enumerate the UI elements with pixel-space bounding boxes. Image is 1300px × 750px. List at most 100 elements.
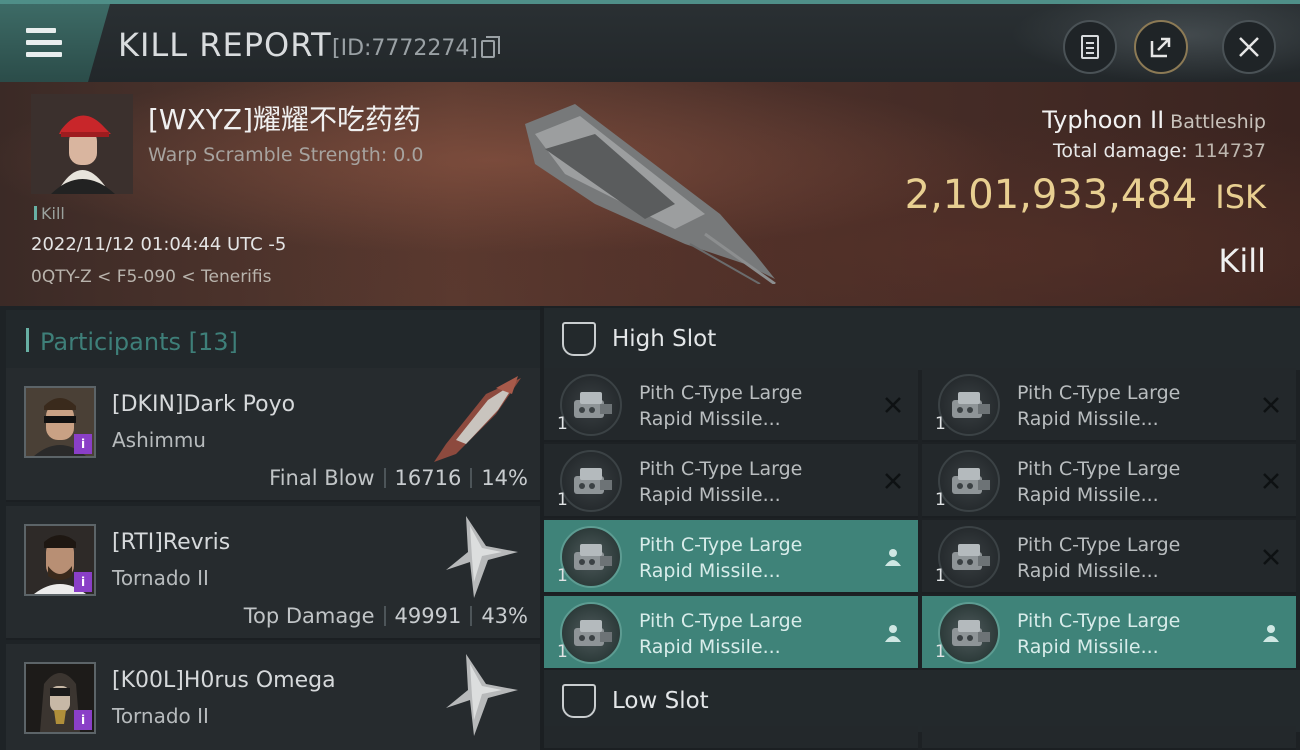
participant-name[interactable]: [K00L]H0rus Omega	[112, 668, 336, 693]
module-name: Pith C-Type Large Rapid Missile...	[639, 608, 869, 660]
low-slot-header: Low Slot	[544, 670, 1300, 732]
participant-stats: Final Blow 16716 14%	[269, 466, 528, 490]
total-damage: Total damage: 114737	[1053, 140, 1266, 162]
avatar[interactable]: i	[24, 386, 96, 458]
module-name-line1: Pith C-Type Large	[639, 382, 803, 404]
participant-row[interactable]: i [K00L]H0rus Omega Tornado II	[6, 644, 540, 750]
participant-ship[interactable]: Ashimmu	[112, 428, 206, 452]
participant-ship[interactable]: Tornado II	[112, 566, 209, 590]
module-tile[interactable]: 1 Pith C-Type Large Rapid Missile...	[544, 520, 918, 594]
x-icon	[885, 473, 901, 489]
module-quantity: 1	[935, 642, 946, 662]
module-partial[interactable]	[922, 726, 1296, 750]
module-quantity: 1	[557, 490, 568, 510]
page-title: KILL REPORT	[118, 26, 332, 64]
kill-datetime: 2022/11/12 01:04:44 UTC -5	[31, 234, 287, 255]
menu-button[interactable]	[0, 4, 110, 82]
missile-launcher-icon	[560, 374, 622, 436]
ship-name[interactable]: Typhoon II	[1042, 106, 1164, 134]
total-damage-value: 114737	[1193, 140, 1266, 162]
module-name-line1: Pith C-Type Large	[639, 610, 803, 632]
header-accent-bar	[26, 328, 29, 352]
module-name-line1: Pith C-Type Large	[1017, 610, 1181, 632]
module-name-line1: Pith C-Type Large	[1017, 534, 1181, 556]
missile-launcher-icon	[560, 602, 622, 664]
module-name-line1: Pith C-Type Large	[1017, 382, 1181, 404]
module-tile[interactable]: 1 Pith C-Type Large Rapid Missile...	[922, 444, 1296, 518]
report-id: [ID:7772274]	[332, 36, 478, 61]
avatar[interactable]: i	[24, 524, 96, 596]
participant-row[interactable]: i [DKIN]Dark Poyo Ashimmu Final Blow 1671…	[6, 368, 540, 502]
module-name: Pith C-Type Large Rapid Missile...	[1017, 532, 1247, 584]
avatar[interactable]: i	[24, 662, 96, 734]
module-tile[interactable]: 1 Pith C-Type Large Rapid Missile...	[922, 520, 1296, 594]
participants-panel: Participants [13] i [DKIN]Dark Poyo Ashi…	[0, 306, 540, 750]
participant-ship-image	[446, 654, 518, 736]
person-icon	[885, 625, 901, 642]
security-badge: i	[74, 710, 92, 730]
x-icon	[885, 397, 901, 413]
module-name: Pith C-Type Large Rapid Missile...	[1017, 456, 1247, 508]
participant-ship-image	[434, 376, 521, 462]
module-name-line1: Pith C-Type Large	[1017, 458, 1181, 480]
module-name: Pith C-Type Large Rapid Missile...	[639, 532, 869, 584]
module-tile[interactable]: 1 Pith C-Type Large Rapid Missile...	[544, 444, 918, 518]
participant-stat-label: Final Blow	[269, 466, 375, 490]
slot-icon	[562, 684, 596, 718]
victim-portrait[interactable]	[31, 94, 133, 194]
participant-ship[interactable]: Tornado II	[112, 704, 209, 728]
high-slot-header: High Slot	[544, 308, 1300, 370]
kill-tag: Kill	[34, 204, 65, 223]
isk-unit: ISK	[1215, 178, 1266, 216]
warp-scramble-strength: Warp Scramble Strength: 0.0	[148, 144, 424, 166]
x-icon	[1263, 549, 1279, 565]
module-name: Pith C-Type Large Rapid Missile...	[639, 456, 869, 508]
module-quantity: 1	[557, 414, 568, 434]
missile-launcher-icon	[560, 450, 622, 512]
participant-percent: 14%	[481, 466, 528, 490]
victim-ship-image	[525, 104, 776, 284]
participant-ship-image	[446, 516, 518, 598]
module-partial[interactable]	[544, 726, 918, 750]
participant-row[interactable]: i [RTI]Revris Tornado II Top Damage 49991…	[6, 506, 540, 640]
module-quantity: 1	[935, 414, 946, 434]
missile-launcher-icon	[560, 526, 622, 588]
module-tile[interactable]: 1 Pith C-Type Large Rapid Missile...	[922, 596, 1296, 670]
participant-name[interactable]: [RTI]Revris	[112, 530, 230, 555]
security-badge: i	[74, 572, 92, 592]
copy-icon[interactable]	[481, 36, 500, 58]
total-damage-label: Total damage:	[1053, 140, 1188, 162]
participant-stat-label: Top Damage	[243, 604, 375, 628]
participant-stats: Top Damage 49991 43%	[244, 604, 528, 628]
module-name: Pith C-Type Large Rapid Missile...	[639, 380, 869, 432]
participant-percent: 43%	[481, 604, 528, 628]
x-icon	[1263, 473, 1279, 489]
kill-location: 0QTY-Z < F5-090 < Tenerifis	[31, 267, 272, 287]
participant-name[interactable]: [DKIN]Dark Poyo	[112, 392, 295, 417]
module-tile[interactable]: 1 Pith C-Type Large Rapid Missile...	[544, 368, 918, 442]
person-icon	[885, 549, 901, 566]
close-icon	[1239, 37, 1259, 57]
menu-icon	[26, 28, 62, 58]
missile-launcher-icon	[938, 374, 1000, 436]
isk-value: 2,101,933,484 ISK	[905, 172, 1266, 218]
module-tile[interactable]: 1 Pith C-Type Large Rapid Missile...	[544, 596, 918, 670]
clipboard-button[interactable]	[1063, 20, 1117, 74]
module-name-line2: Rapid Missile...	[639, 484, 781, 506]
security-badge: i	[74, 434, 92, 454]
module-tile[interactable]: 1 Pith C-Type Large Rapid Missile...	[922, 368, 1296, 442]
module-name: Pith C-Type Large Rapid Missile...	[1017, 608, 1247, 660]
module-name-line2: Rapid Missile...	[639, 636, 781, 658]
participants-label: Participants	[40, 328, 181, 356]
close-button[interactable]	[1222, 20, 1276, 74]
victim-name[interactable]: [WXYZ]耀耀不吃药药	[148, 98, 421, 138]
share-icon	[1150, 37, 1171, 58]
participants-title[interactable]: Participants [13]	[40, 328, 238, 356]
clipboard-icon	[1081, 35, 1099, 59]
high-slot-title: High Slot	[612, 326, 717, 352]
module-name-line2: Rapid Missile...	[639, 408, 781, 430]
share-button[interactable]	[1134, 20, 1188, 74]
module-quantity: 1	[935, 566, 946, 586]
module-quantity: 1	[557, 566, 568, 586]
module-name-line2: Rapid Missile...	[1017, 484, 1159, 506]
